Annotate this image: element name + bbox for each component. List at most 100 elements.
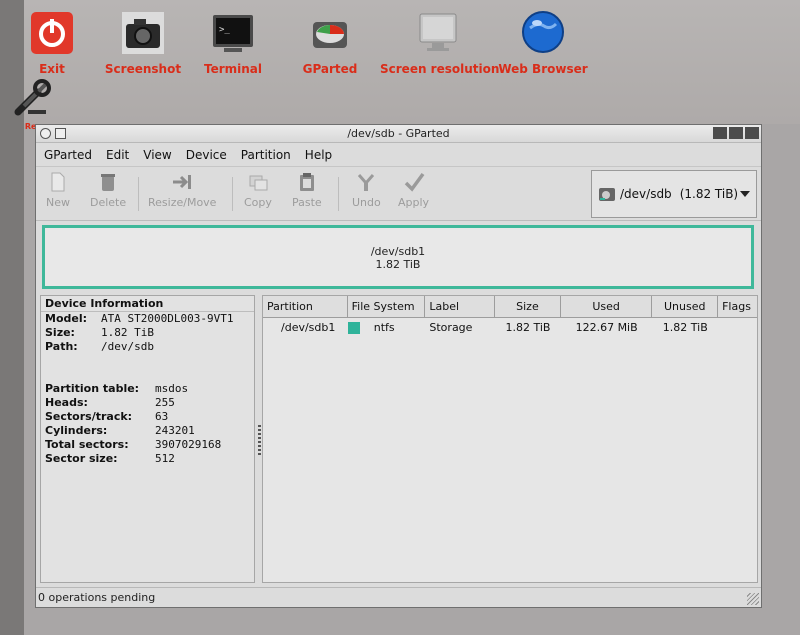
chevron-down-icon[interactable] <box>740 191 750 197</box>
device-information-header: Device Information <box>41 296 254 312</box>
apply-label: Apply <box>398 196 430 209</box>
screenshot-icon <box>122 12 164 54</box>
resize-move-button[interactable]: Resize/Move <box>148 171 216 209</box>
window-buttons[interactable] <box>713 127 759 139</box>
delete-button[interactable]: Delete <box>90 171 126 209</box>
menu-view[interactable]: View <box>143 148 171 162</box>
cell-partition: /dev/sdb1 <box>281 321 336 334</box>
exit-launcher[interactable]: Exit <box>7 10 97 76</box>
total-sectors-row: Total sectors: 3907029168 <box>41 438 254 452</box>
cell-flags <box>718 318 757 338</box>
cell-label: Storage <box>429 321 473 334</box>
delete-icon <box>101 174 116 191</box>
column-file-system[interactable]: File System <box>348 296 426 317</box>
apply-checkmark-icon <box>404 172 424 192</box>
column-used[interactable]: Used <box>561 296 653 317</box>
column-label[interactable]: Label <box>425 296 496 317</box>
cell-size: 1.82 TiB <box>505 321 551 334</box>
size-value: 1.82 TiB <box>101 326 154 339</box>
menu-device[interactable]: Device <box>186 148 227 162</box>
cell-used: 122.67 MiB <box>575 321 638 334</box>
exit-icon <box>31 12 73 54</box>
path-value: /dev/sdb <box>101 340 154 353</box>
web-browser-launcher[interactable]: Web Browser <box>498 10 588 76</box>
path-row: Path: /dev/sdb <box>41 340 254 354</box>
disk-map-partition-name: /dev/sdb1 <box>370 245 426 258</box>
column-flags[interactable]: Flags <box>718 296 757 317</box>
maximize-button[interactable] <box>729 127 743 139</box>
copy-button[interactable]: Copy <box>244 171 272 209</box>
menu-edit[interactable]: Edit <box>106 148 129 162</box>
cell-unused: 1.82 TiB <box>662 321 708 334</box>
size-row: Size: 1.82 TiB <box>41 326 254 340</box>
sector-size-row: Sector size: 512 <box>41 452 254 466</box>
sectors-track-value: 63 <box>155 410 169 423</box>
web-browser-icon <box>522 11 564 53</box>
new-button[interactable]: New <box>46 171 70 209</box>
heads-label: Heads: <box>45 396 88 409</box>
column-partition[interactable]: Partition <box>263 296 348 317</box>
screenshot-launcher[interactable]: Screenshot <box>98 10 188 76</box>
total-sectors-value: 3907029168 <box>155 438 222 451</box>
gparted-launcher[interactable]: GParted <box>285 10 375 76</box>
screen-resolution-launcher[interactable]: Screen resolution <box>380 10 499 76</box>
apply-button[interactable]: Apply <box>398 171 429 209</box>
terminal-icon: >_ <box>213 15 253 52</box>
column-size[interactable]: Size <box>495 296 561 317</box>
gparted-window: /dev/sdb - GParted GParted Edit View Dev… <box>35 124 762 608</box>
paste-icon <box>299 173 314 191</box>
menu-bar: GParted Edit View Device Partition Help <box>36 143 761 167</box>
copy-icon <box>249 175 268 191</box>
title-bar[interactable]: /dev/sdb - GParted <box>36 125 761 143</box>
pane-splitter-handle[interactable] <box>258 425 261 455</box>
status-bar: 0 operations pending <box>36 587 761 607</box>
menu-partition[interactable]: Partition <box>241 148 291 162</box>
menu-help[interactable]: Help <box>305 148 332 162</box>
screenshot-label: Screenshot <box>104 62 182 76</box>
heads-row: Heads: 255 <box>41 396 254 410</box>
cylinders-row: Cylinders: 243201 <box>41 424 254 438</box>
paste-button[interactable]: Paste <box>292 171 322 209</box>
terminal-label: Terminal <box>203 62 263 76</box>
cell-file-system: ntfs <box>347 318 426 338</box>
window-title: /dev/sdb - GParted <box>347 127 450 140</box>
disk-map-partition-size: 1.82 TiB <box>375 258 421 271</box>
resize-grip-icon[interactable] <box>747 593 759 605</box>
menu-gparted[interactable]: GParted <box>44 148 92 162</box>
path-label: Path: <box>45 340 78 353</box>
total-sectors-label: Total sectors: <box>45 438 129 451</box>
terminal-launcher[interactable]: >_ Terminal <box>188 10 278 76</box>
delete-label: Delete <box>90 196 127 209</box>
toolbar-separator <box>232 177 233 211</box>
partition-table-row: Partition table: msdos <box>41 382 254 396</box>
exit-label: Exit <box>39 62 65 76</box>
device-selector[interactable]: /dev/sdb (1.82 TiB) <box>591 170 757 218</box>
gparted-icon <box>313 22 347 48</box>
table-header: Partition File System Label Size Used Un… <box>263 296 757 318</box>
close-button[interactable] <box>745 127 759 139</box>
partition-table-value: msdos <box>155 382 189 395</box>
tools-icon <box>14 79 51 116</box>
model-row: Model: ATA ST2000DL003-9VT1 <box>41 312 254 326</box>
tools-launcher[interactable]: Res <box>0 76 66 131</box>
window-menu-icons[interactable] <box>40 128 66 139</box>
table-row[interactable]: /dev/sdb1 ntfs Storage 1.82 TiB 122.67 M… <box>263 318 757 338</box>
device-information-panel: Device Information Model: ATA ST2000DL003… <box>40 295 255 583</box>
disk-map-partition[interactable]: /dev/sdb1 1.82 TiB <box>42 225 754 289</box>
cylinders-value: 243201 <box>155 424 195 437</box>
model-label: Model: <box>45 312 88 325</box>
sector-size-value: 512 <box>155 452 175 465</box>
undo-icon <box>358 174 375 191</box>
sectors-track-label: Sectors/track: <box>45 410 133 423</box>
web-browser-label: Web Browser <box>498 62 588 76</box>
shade-icon[interactable] <box>55 128 66 139</box>
minimize-button[interactable] <box>713 127 727 139</box>
window-menu-icon[interactable] <box>40 128 51 139</box>
column-unused[interactable]: Unused <box>652 296 719 317</box>
new-document-icon <box>51 172 65 192</box>
partition-table: Partition File System Label Size Used Un… <box>262 295 758 583</box>
toolbar-separator <box>138 177 139 211</box>
undo-button[interactable]: Undo <box>352 171 381 209</box>
resize-move-icon <box>173 175 192 189</box>
